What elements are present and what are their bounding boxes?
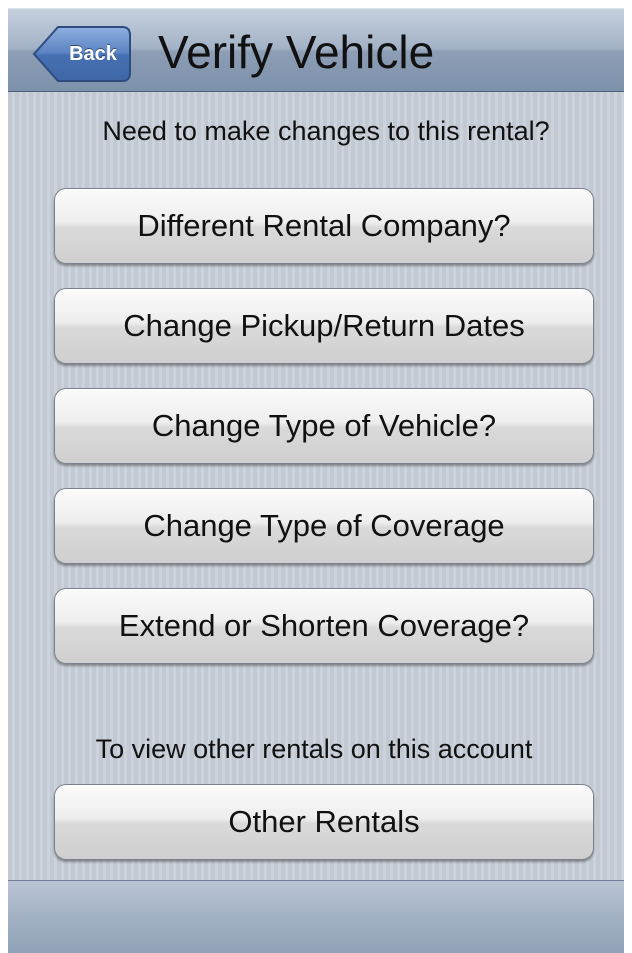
page-title: Verify Vehicle bbox=[158, 26, 435, 78]
change-dates-button[interactable]: Change Pickup/Return Dates bbox=[54, 288, 594, 364]
change-coverage-type-button[interactable]: Change Type of Coverage bbox=[54, 488, 594, 564]
other-rentals-button[interactable]: Other Rentals bbox=[54, 784, 594, 860]
change-vehicle-type-button[interactable]: Change Type of Vehicle? bbox=[54, 388, 594, 464]
app-screen: Back Verify Vehicle Need to make changes… bbox=[8, 8, 624, 953]
other-rentals-prompt: To view other rentals on this account bbox=[95, 734, 533, 764]
changes-prompt: Need to make changes to this rental? bbox=[102, 116, 550, 146]
back-button[interactable]: Back bbox=[32, 25, 132, 83]
bottom-toolbar bbox=[8, 880, 624, 953]
extend-shorten-coverage-button[interactable]: Extend or Shorten Coverage? bbox=[54, 588, 594, 664]
navigation-bar: Back Verify Vehicle bbox=[8, 8, 624, 92]
back-button-label: Back bbox=[69, 43, 117, 65]
different-rental-company-button[interactable]: Different Rental Company? bbox=[54, 188, 594, 264]
